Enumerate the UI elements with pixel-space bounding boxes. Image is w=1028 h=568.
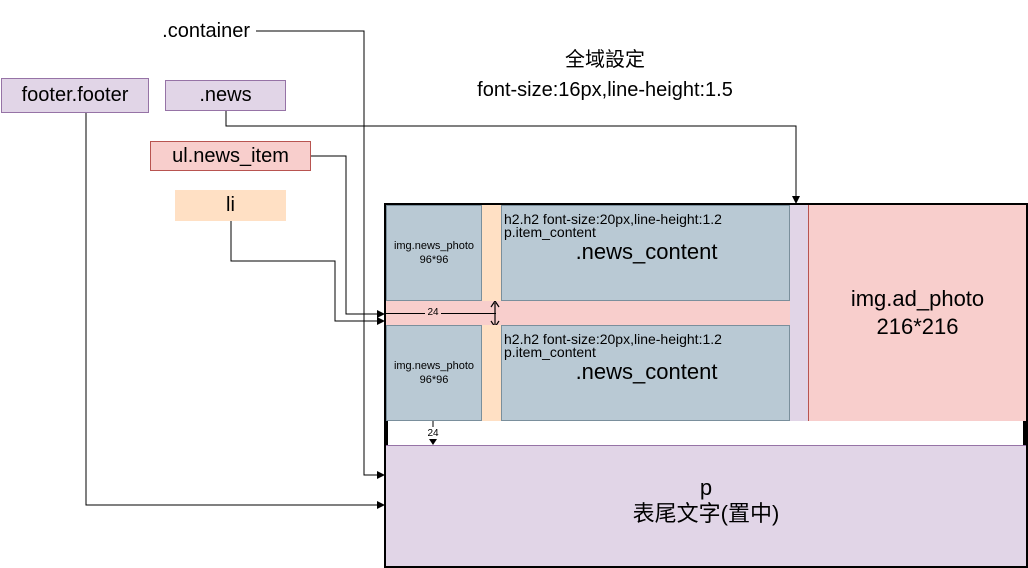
news-photo-1: img.news_photo 96*96: [386, 205, 482, 301]
li-connector: [230, 221, 385, 325]
container-side-bar-right: [1023, 421, 1028, 445]
news-content-2: h2.h2 font-size:20px,line-height:1.2 p.i…: [501, 325, 790, 421]
global-settings: 全域設定 font-size:16px,line-height:1.5: [430, 44, 780, 106]
ad-photo: img.ad_photo 216*216: [808, 205, 1026, 421]
global-settings-title: 全域設定: [565, 49, 645, 71]
container-label: .container: [162, 19, 250, 42]
news-label: .news: [165, 80, 286, 111]
footer-label: footer.footer: [1, 78, 149, 113]
news-photo-label: img.news_photo: [393, 360, 475, 372]
footer-box: p 表尾文字(置中): [386, 445, 1026, 566]
item-content-label: p.item_content: [504, 224, 596, 240]
footer-text: 表尾文字(置中): [632, 501, 780, 526]
news-item-label: ul.news_item: [150, 141, 311, 171]
news-content-title: .news_content: [575, 239, 718, 264]
news-photo-size: 96*96: [419, 254, 449, 266]
news-photo-label: img.news_photo: [393, 240, 475, 252]
news-photo-2: img.news_photo 96*96: [386, 325, 482, 421]
news-content-title: .news_content: [575, 359, 718, 384]
li-label: li: [175, 190, 286, 221]
ad-photo-size: 216*216: [876, 314, 959, 339]
global-settings-value: font-size:16px,line-height:1.5: [477, 79, 733, 101]
gap-label-1: 24: [425, 307, 441, 319]
item-content-label: p.item_content: [504, 344, 596, 360]
gap-arrow-1: [490, 301, 500, 327]
ad-photo-name: img.ad_photo: [850, 286, 985, 311]
footer-connector: [85, 113, 385, 509]
news-content-1: h2.h2 font-size:20px,line-height:1.2 p.i…: [501, 205, 790, 301]
news-photo-size: 96*96: [419, 374, 449, 386]
news-connector: [225, 111, 800, 204]
gap-arrow-2: [429, 421, 437, 445]
news-item-connector: [311, 155, 385, 318]
footer-tag: p: [699, 475, 713, 500]
gap-marker-1: [386, 313, 496, 314]
container-side-bar-left: [384, 421, 388, 445]
